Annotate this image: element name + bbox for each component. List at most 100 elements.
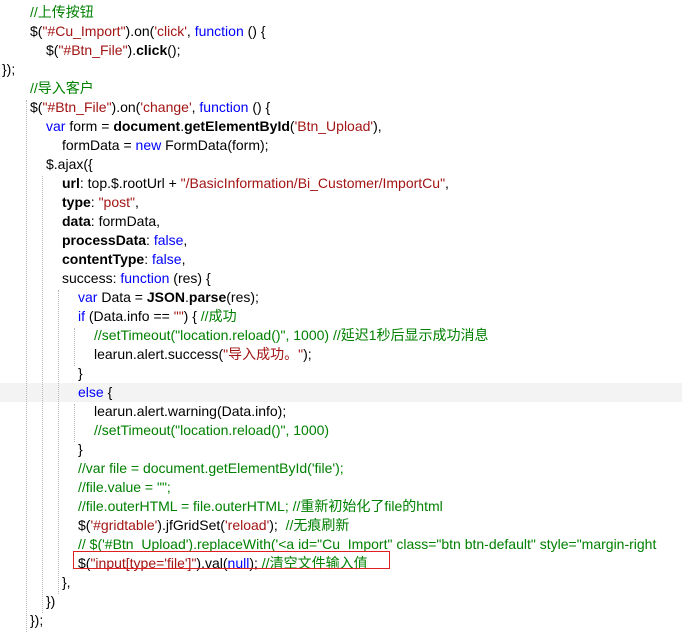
code-token: 'Btn_Upload': [294, 118, 374, 134]
code-line[interactable]: //上传按钮: [0, 3, 682, 22]
code-token: (res) {: [169, 270, 211, 286]
code-token: :: [146, 232, 154, 248]
code-line-text: if (Data.info == "") { //成功: [78, 307, 237, 326]
code-line[interactable]: data: formData,: [0, 212, 682, 231]
code-token: "post": [98, 194, 135, 210]
code-line-text: learun.alert.success("导入成功。");: [94, 345, 312, 364]
code-line[interactable]: //setTimeout("location.reload()", 1000) …: [0, 326, 682, 345]
code-token: if: [78, 308, 85, 324]
code-line-text: var Data = JSON.parse(res);: [78, 288, 259, 307]
code-line[interactable]: $("#Btn_File").on('change', function () …: [0, 98, 682, 117]
code-token: }: [78, 365, 83, 381]
code-token: getElementById: [184, 118, 290, 134]
code-token: url: [62, 175, 80, 191]
code-token: Data =: [97, 289, 147, 305]
code-line[interactable]: url: top.$.rootUrl + "/BasicInformation/…: [0, 174, 682, 193]
code-line[interactable]: //file.value = "";: [0, 478, 682, 497]
code-line[interactable]: //导入客户: [0, 79, 682, 98]
code-line-text: contentType: false,: [62, 250, 185, 269]
code-token: : formData,: [90, 213, 161, 229]
code-line[interactable]: learun.alert.success("导入成功。");: [0, 345, 682, 364]
code-line-text: }: [78, 440, 83, 459]
code-line[interactable]: $("#Cu_Import").on('click', function () …: [0, 22, 682, 41]
code-token: new: [135, 137, 162, 153]
indent-guide: [26, 100, 27, 632]
code-line-text: });: [2, 60, 15, 79]
code-token: JSON: [146, 289, 185, 305]
code-token: : top.$.rootUrl +: [79, 175, 181, 191]
code-line-text: $("#Cu_Import").on('click', function () …: [30, 22, 266, 41]
code-token: 'click': [154, 23, 187, 39]
code-token: },: [62, 574, 71, 590]
code-token: //file.value = "";: [78, 479, 171, 495]
code-token: parse: [188, 289, 227, 305]
code-line[interactable]: $.ajax({: [0, 155, 682, 174]
code-line[interactable]: var form = document.getElementById('Btn_…: [0, 117, 682, 136]
code-line-text: //上传按钮: [30, 3, 94, 22]
indent-guide: [58, 290, 59, 594]
code-line[interactable]: $('#gridtable').jfGridSet('reload'); //无…: [0, 516, 682, 535]
code-token: //var file = document.getElementById('fi…: [78, 460, 344, 476]
code-token: //无痕刷新: [285, 517, 350, 533]
code-token: "": [173, 308, 184, 324]
code-line-text: //file.outerHTML = file.outerHTML; //重新初…: [78, 497, 443, 516]
code-line[interactable]: var Data = JSON.parse(res);: [0, 288, 682, 307]
code-line[interactable]: }): [0, 592, 682, 611]
code-line[interactable]: //var file = document.getElementById('fi…: [0, 459, 682, 478]
code-line[interactable]: processData: false,: [0, 231, 682, 250]
code-line[interactable]: success: function (res) {: [0, 269, 682, 288]
indent-guide: [74, 404, 75, 442]
code-token: //成功: [200, 308, 237, 324]
code-token: ,: [186, 23, 195, 39]
code-line[interactable]: contentType: false,: [0, 250, 682, 269]
code-line-text: //setTimeout("location.reload()", 1000): [94, 421, 329, 440]
code-line-text: formData = new FormData(form);: [62, 136, 269, 155]
code-token: learun.alert.warning(Data.info);: [94, 403, 287, 419]
code-token: false: [153, 232, 184, 248]
code-token: });: [2, 61, 16, 77]
code-line[interactable]: }: [0, 440, 682, 459]
code-token: });: [30, 612, 44, 628]
code-line-text: type: "post",: [62, 193, 139, 212]
indent-guide: [74, 328, 75, 366]
code-line-text: url: top.$.rootUrl + "/BasicInformation/…: [62, 174, 449, 193]
code-line[interactable]: }: [0, 364, 682, 383]
code-line-text: //var file = document.getElementById('fi…: [78, 459, 344, 478]
code-token: $.ajax({: [46, 156, 93, 172]
code-line[interactable]: learun.alert.warning(Data.info);: [0, 402, 682, 421]
code-token: );: [303, 346, 312, 362]
code-token: () {: [248, 99, 271, 115]
code-line[interactable]: else {: [0, 383, 682, 402]
code-token: :: [90, 194, 99, 210]
code-token: "#Btn_File": [58, 42, 128, 58]
code-token: }: [78, 441, 83, 457]
code-token: else: [78, 384, 104, 400]
code-token: function: [120, 270, 170, 286]
code-token: ).on(: [111, 99, 141, 115]
code-line-text: }): [46, 592, 55, 611]
code-line[interactable]: //setTimeout("location.reload()", 1000): [0, 421, 682, 440]
code-editor[interactable]: //上传按钮 $("#Cu_Import").on('click', functi…: [0, 0, 682, 632]
code-line[interactable]: $("#Btn_File").click();: [0, 41, 682, 60]
code-line[interactable]: },: [0, 573, 682, 592]
code-token: ,: [134, 194, 139, 210]
code-line[interactable]: });: [0, 611, 682, 630]
code-token: "#Cu_Import": [42, 23, 126, 39]
code-line-text: $("#Btn_File").click();: [46, 41, 180, 60]
code-token: //file.outerHTML = file.outerHTML; //重新初…: [78, 498, 443, 514]
code-line[interactable]: });: [0, 60, 682, 79]
code-line[interactable]: if (Data.info == "") { //成功: [0, 307, 682, 326]
code-token: processData: [62, 232, 147, 248]
code-token: {: [103, 384, 113, 400]
code-line-text: $.ajax({: [46, 155, 93, 174]
code-line[interactable]: //file.outerHTML = file.outerHTML; //重新初…: [0, 497, 682, 516]
code-line-text: success: function (res) {: [62, 269, 211, 288]
code-token: 'change': [140, 99, 192, 115]
code-token: type: [62, 194, 91, 210]
code-line-text: else {: [78, 383, 112, 402]
code-line-text: },: [62, 573, 71, 592]
code-token: // $('#Btn_Upload').replaceWith('<a id="…: [78, 536, 657, 552]
code-line[interactable]: type: "post",: [0, 193, 682, 212]
code-token: ),: [373, 118, 382, 134]
code-line[interactable]: formData = new FormData(form);: [0, 136, 682, 155]
